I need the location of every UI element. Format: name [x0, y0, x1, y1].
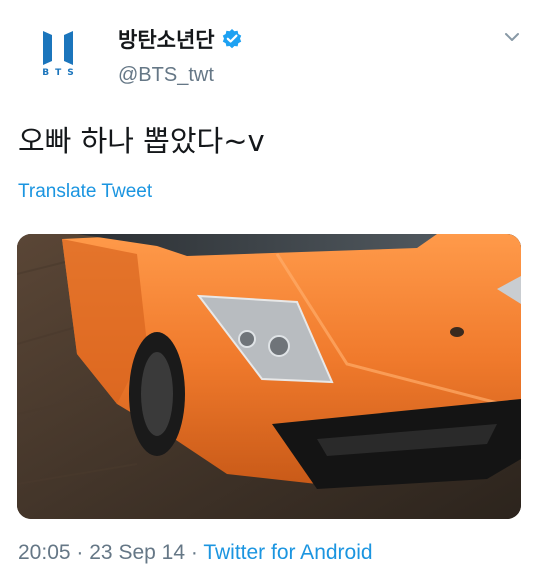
tweet-meta: 20:05 · 23 Sep 14 · Twitter for Android — [18, 541, 373, 565]
toy-car-image — [17, 234, 521, 519]
author-name-row: 방탄소년단 — [118, 24, 243, 54]
verified-badge-icon — [222, 29, 241, 49]
display-name[interactable]: 방탄소년단 — [118, 24, 215, 54]
tweet-photo[interactable] — [17, 234, 521, 519]
meta-separator: · — [76, 541, 84, 564]
tweet-time[interactable]: 20:05 — [18, 541, 71, 564]
tweet-source-link[interactable]: Twitter for Android — [203, 541, 372, 564]
avatar[interactable]: BTS — [18, 20, 98, 100]
chevron-down-icon[interactable] — [503, 28, 521, 46]
avatar-label: BTS — [42, 68, 80, 78]
user-handle[interactable]: @BTS_twt — [118, 64, 214, 87]
translate-tweet-link[interactable]: Translate Tweet — [18, 181, 152, 203]
bts-logo-icon — [43, 31, 73, 65]
tweet-date[interactable]: 23 Sep 14 — [89, 541, 185, 564]
tweet-text: 오빠 하나 뽑았다~v — [18, 124, 265, 158]
meta-separator: · — [190, 541, 198, 564]
